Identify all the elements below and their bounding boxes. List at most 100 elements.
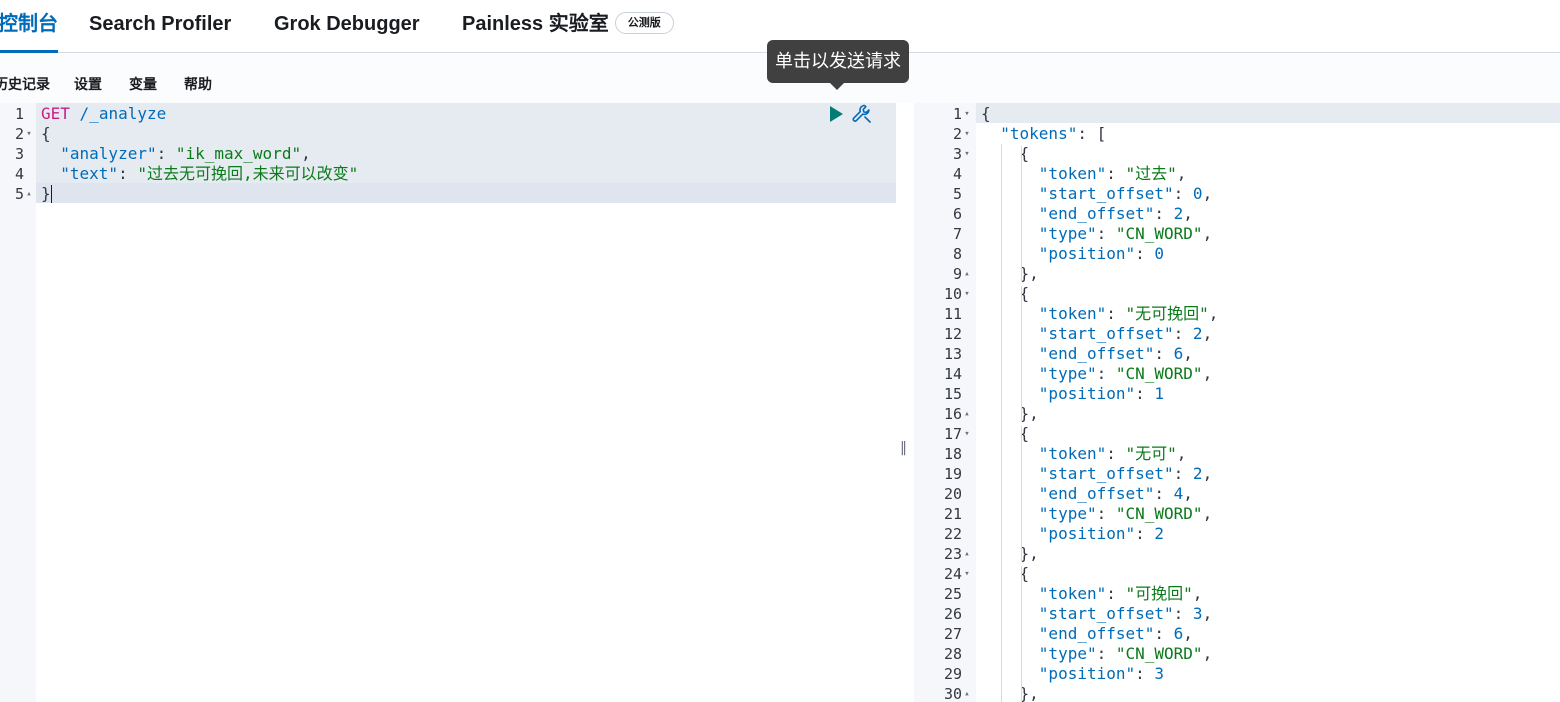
line-number-text: 22 [943, 525, 962, 543]
fold-toggle-icon[interactable]: ▴ [962, 404, 972, 424]
line-number: 12 [914, 324, 972, 344]
fold-toggle-icon[interactable]: ▾ [962, 144, 972, 164]
fold-toggle-icon[interactable]: ▴ [24, 184, 34, 204]
token-str: "可挽回" [1125, 584, 1193, 603]
line-number: 8 [914, 244, 972, 264]
token-punc: , [1208, 304, 1219, 323]
line-number: 14 [914, 364, 972, 384]
line-number: 4 [0, 164, 34, 184]
line-number-text: 30 [943, 685, 962, 702]
code-line: }, [981, 684, 1039, 702]
token-path: /_analyze [79, 104, 167, 123]
request-editor[interactable]: 1 GET /_analyze 2 ▾ {3 "analyzer": "ik_max_w… [0, 103, 896, 702]
token-punc: }, [1019, 404, 1039, 423]
fold-toggle-icon[interactable]: ▾ [962, 124, 972, 144]
indent-guide [1021, 426, 1022, 562]
fold-toggle-icon[interactable]: ▴ [962, 684, 972, 702]
code-line: "position": 1 [981, 384, 1164, 404]
line-number: 18 [914, 444, 972, 464]
code-line: }, [981, 404, 1039, 424]
token-key: "token" [1038, 164, 1107, 183]
code-line: "analyzer": "ik_max_word", [41, 144, 311, 164]
token-str: "过去无可挽回,未来可以改变" [137, 164, 359, 183]
token-punc: : [1135, 524, 1155, 543]
token-key: "end_offset" [1038, 204, 1155, 223]
token-punc: , [1202, 464, 1213, 483]
line-number-text: 3 [14, 145, 24, 163]
code-line: "tokens": [ [981, 124, 1106, 144]
line-number-text: 4 [952, 165, 962, 183]
token-key: "token" [1038, 584, 1107, 603]
tab-search-profiler-label: Search Profiler [89, 13, 232, 35]
tab-painless-lab[interactable]: Painless 实验室 公测版 [462, 0, 674, 53]
tab-console[interactable]: 控制台 [0, 0, 58, 53]
code-line: "text": "过去无可挽回,未来可以改变" [41, 164, 358, 184]
tab-grok-debugger[interactable]: Grok Debugger [274, 0, 420, 53]
token-key: "analyzer" [60, 144, 157, 163]
line-number-text: 29 [943, 665, 962, 683]
menu-variables[interactable]: 变量 [129, 74, 157, 94]
indent-guide [1021, 566, 1022, 702]
token-punc: : [118, 164, 138, 183]
token-punc: , [1202, 324, 1213, 343]
code-line: "type": "CN_WORD", [981, 224, 1212, 244]
token-punc: , [1183, 484, 1193, 503]
token-punc: , [301, 144, 311, 163]
token-key: "token" [1038, 304, 1107, 323]
line-number: 21 [914, 504, 972, 524]
line-number-text: 26 [943, 605, 962, 623]
fold-toggle-icon[interactable]: ▾ [24, 124, 34, 144]
token-key: "type" [1038, 504, 1097, 523]
line-number: 3 ▾ [914, 144, 972, 164]
line-number: 23 ▴ [914, 544, 972, 564]
fold-toggle-icon[interactable]: ▾ [962, 564, 972, 584]
menu-help[interactable]: 帮助 [184, 74, 212, 94]
fold-toggle-icon[interactable]: ▾ [962, 104, 972, 124]
menu-settings[interactable]: 设置 [74, 74, 102, 94]
response-viewer[interactable]: 1 ▾{2 ▾ "tokens": [3 ▾ {4 "token": "过去", 5 "… [914, 103, 1560, 702]
line-number: 25 [914, 584, 972, 604]
token-punc: , [1202, 644, 1213, 663]
line-number: 28 [914, 644, 972, 664]
token-punc: : [1135, 664, 1155, 683]
token-key: "position" [1038, 384, 1136, 403]
fold-toggle-icon[interactable]: ▴ [962, 544, 972, 564]
token-punc: , [1176, 444, 1187, 463]
token-method: GET [41, 104, 70, 123]
code-line: { [981, 104, 991, 124]
play-icon[interactable] [828, 105, 844, 123]
token-str: "CN_WORD" [1115, 644, 1203, 663]
fold-toggle-icon[interactable]: ▾ [962, 284, 972, 304]
code-line: "token": "可挽回", [981, 584, 1203, 604]
token-num: 2 [1154, 524, 1165, 543]
code-line: "type": "CN_WORD", [981, 364, 1212, 384]
token-punc: , [1192, 584, 1203, 603]
token-punc: : [1106, 304, 1126, 323]
code-line: "end_offset": 2, [981, 204, 1193, 224]
drag-handle-icon[interactable]: ‖ [900, 440, 907, 456]
token-num: 0 [1192, 184, 1203, 203]
line-number-text: 1 [14, 105, 24, 123]
code-line: "position": 2 [981, 524, 1164, 544]
token-str: "过去" [1125, 164, 1177, 183]
line-number: 7 [914, 224, 972, 244]
fold-toggle-icon[interactable]: ▾ [962, 424, 972, 444]
menu-history[interactable]: 历史记录 [0, 74, 50, 94]
fold-toggle-icon[interactable]: ▴ [962, 264, 972, 284]
line-number-text: 2 [14, 125, 24, 143]
line-number: 26 [914, 604, 972, 624]
wrench-icon[interactable] [850, 102, 874, 126]
tab-search-profiler[interactable]: Search Profiler [89, 0, 231, 53]
pane-divider[interactable] [896, 103, 914, 702]
token-punc: : [1173, 184, 1193, 203]
token-punc: : [1106, 444, 1126, 463]
line-number-text: 2 [952, 125, 962, 143]
